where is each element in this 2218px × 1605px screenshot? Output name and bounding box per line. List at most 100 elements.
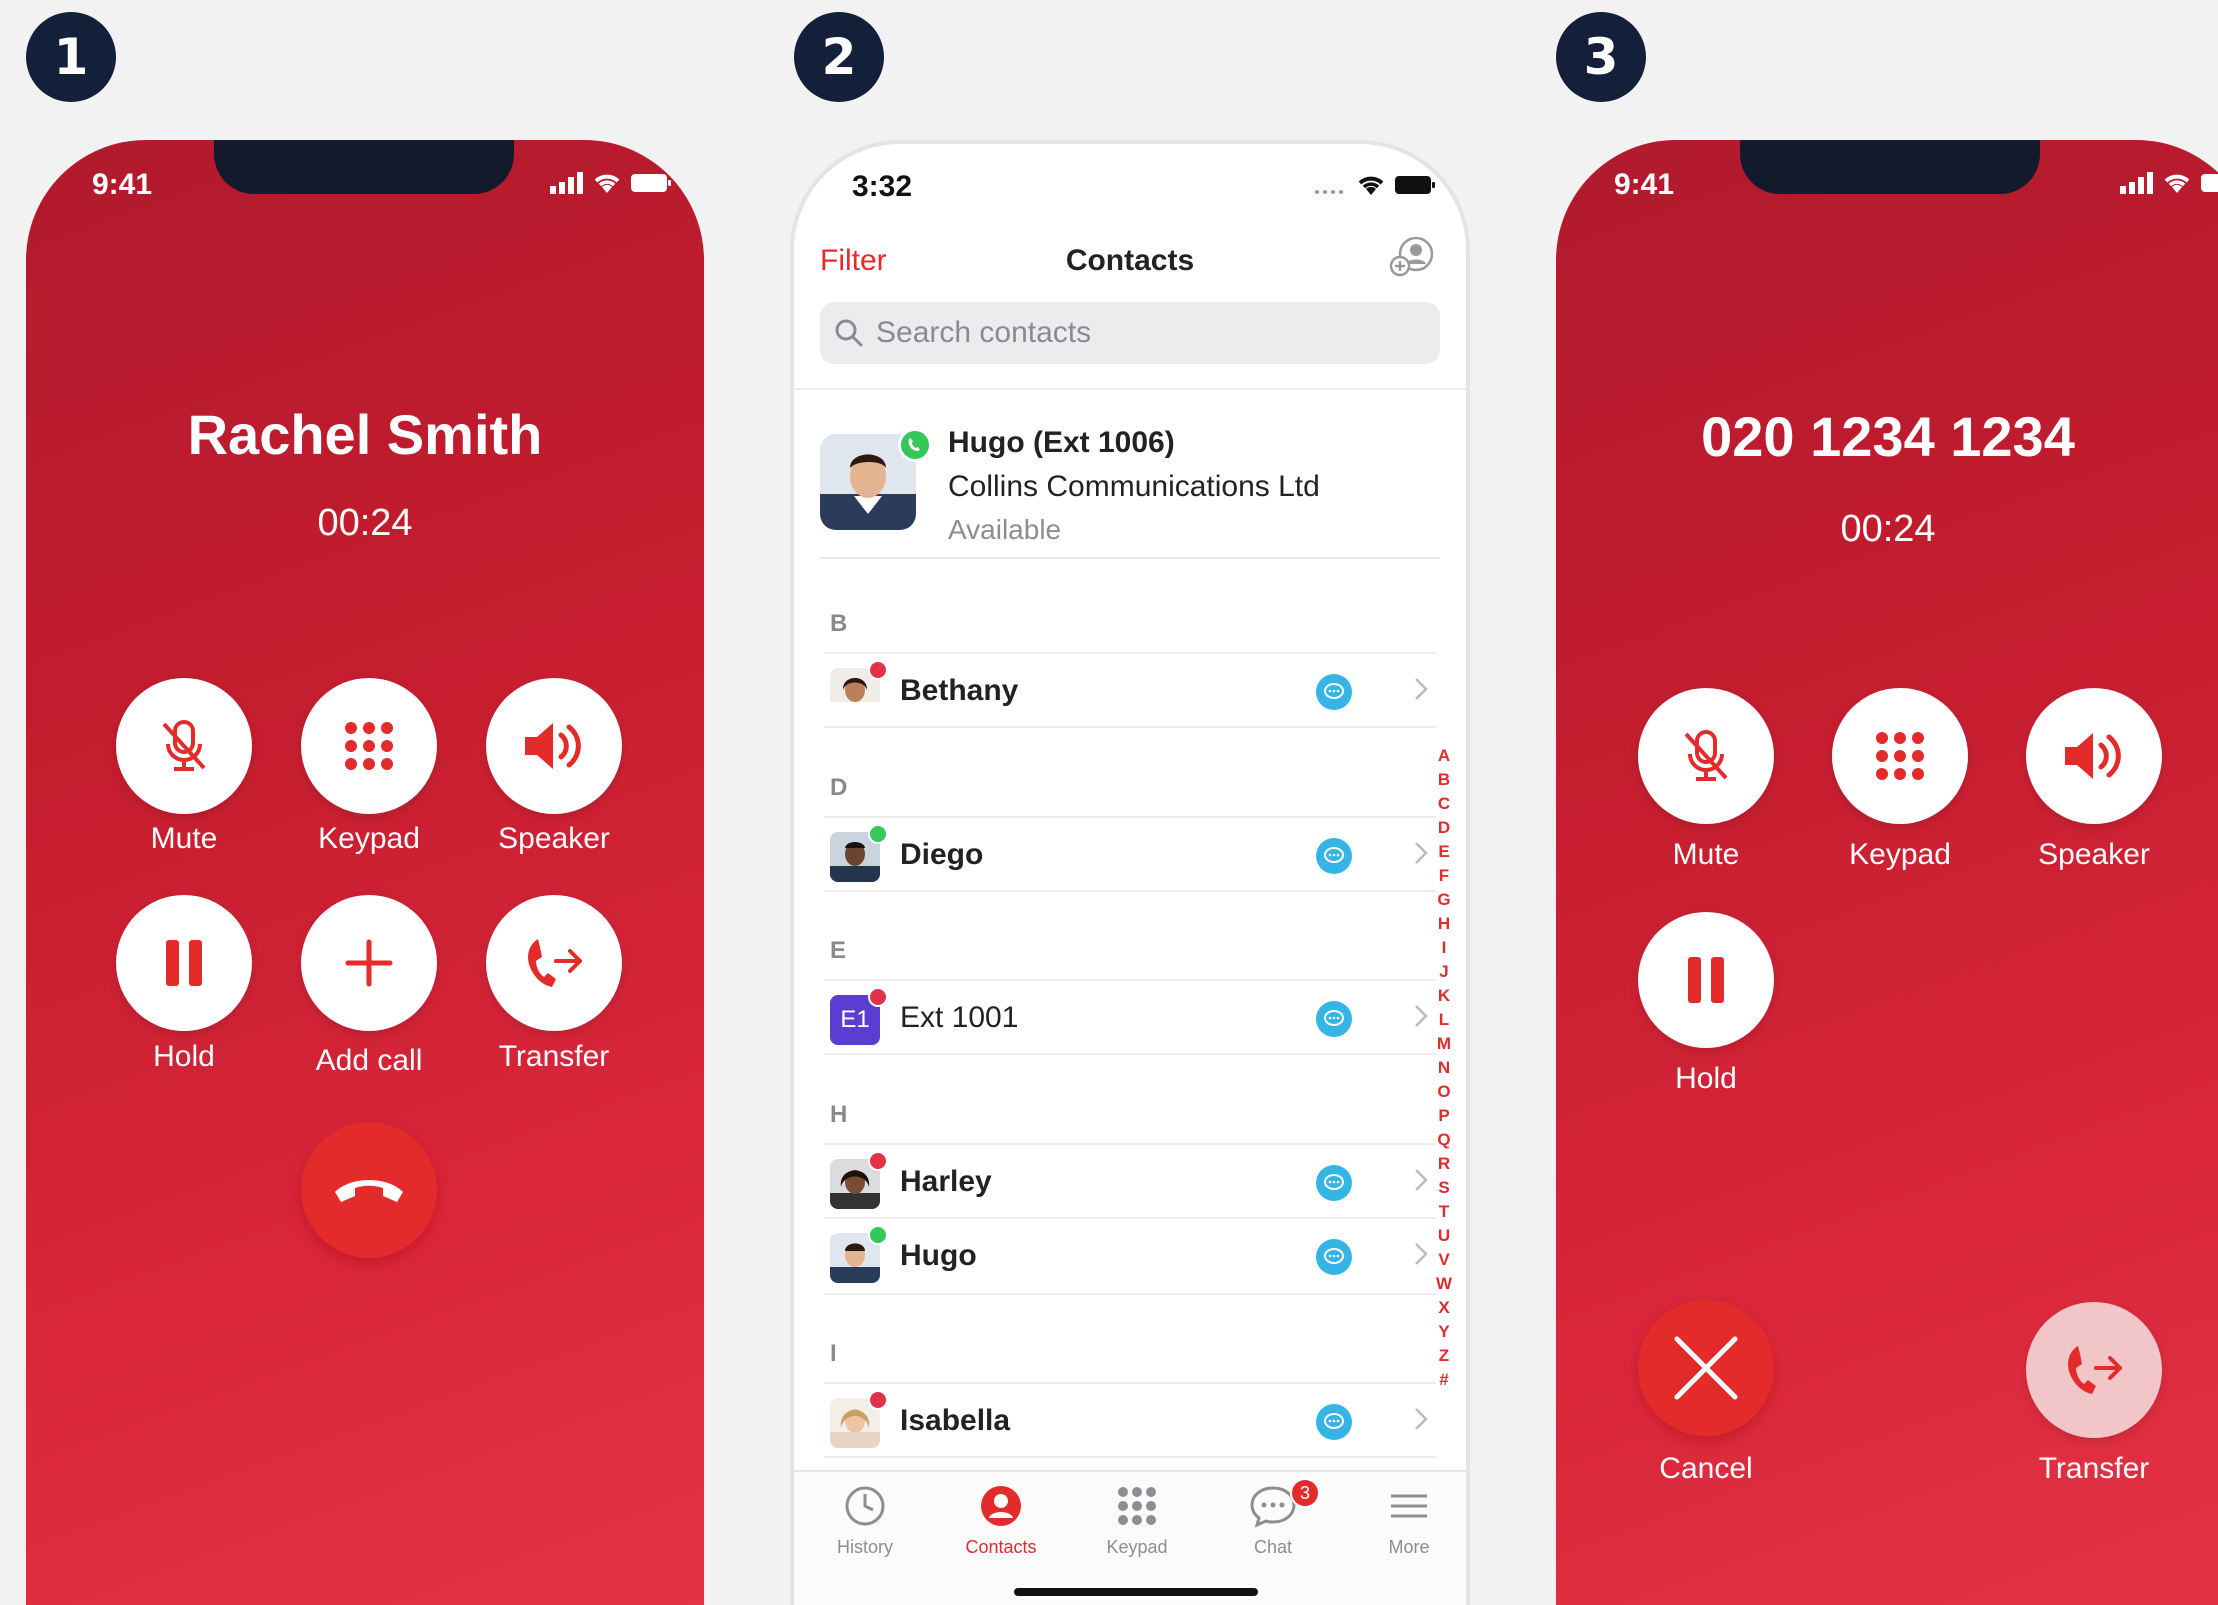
mute-button[interactable] xyxy=(116,678,252,814)
index-letter[interactable]: S xyxy=(1438,1176,1449,1200)
tab-more[interactable]: More xyxy=(1344,1484,1466,1558)
index-letter[interactable]: C xyxy=(1438,792,1450,816)
status-icons xyxy=(2120,172,2218,194)
chat-bubble-icon xyxy=(1324,683,1344,699)
chat-button[interactable] xyxy=(1316,674,1352,710)
presence-busy-icon xyxy=(868,660,888,680)
contact-row-ext-1001[interactable]: E1 Ext 1001 xyxy=(824,979,1436,1055)
index-letter[interactable]: I xyxy=(1442,936,1447,960)
person-icon xyxy=(981,1486,1021,1526)
index-letter[interactable]: M xyxy=(1437,1032,1451,1056)
chat-button[interactable] xyxy=(1316,838,1352,874)
page-title: Contacts xyxy=(1065,244,1195,277)
add-contact-button[interactable] xyxy=(1388,236,1436,285)
alphabet-index[interactable]: A B C D E F G H I J K L M N O P Q R S T … xyxy=(1432,744,1456,1392)
tab-chat[interactable]: 3 Chat xyxy=(1208,1478,1338,1558)
index-letter[interactable]: J xyxy=(1439,960,1448,984)
transfer-button[interactable] xyxy=(2026,1302,2162,1438)
chat-bubble-icon xyxy=(1324,1413,1344,1429)
index-letter[interactable]: B xyxy=(1438,768,1450,792)
keypad-button[interactable] xyxy=(1832,688,1968,824)
speaker-button[interactable] xyxy=(2026,688,2162,824)
index-letter[interactable]: Z xyxy=(1439,1344,1449,1368)
hold-button[interactable] xyxy=(1638,912,1774,1048)
call-timer: 00:24 xyxy=(317,502,413,544)
index-letter[interactable]: H xyxy=(1438,912,1450,936)
pause-icon xyxy=(166,940,202,986)
index-letter[interactable]: K xyxy=(1438,984,1450,1008)
index-letter[interactable]: U xyxy=(1438,1224,1450,1248)
chat-button[interactable] xyxy=(1316,1165,1352,1201)
wifi-icon xyxy=(1358,176,1384,195)
tab-history[interactable]: History xyxy=(800,1484,930,1558)
notch xyxy=(214,140,514,194)
index-letter[interactable]: R xyxy=(1438,1152,1450,1176)
chat-bubble-icon xyxy=(1324,1248,1344,1264)
tab-keypad[interactable]: Keypad xyxy=(1072,1484,1202,1558)
index-letter[interactable]: Q xyxy=(1437,1128,1450,1152)
add-call-button[interactable] xyxy=(301,895,437,1031)
chevron-right-icon xyxy=(1414,1003,1428,1034)
tab-bar: History Contacts Keypad 3 Chat More xyxy=(794,1470,1466,1605)
phone-screen-active-call: 9:41 Rachel Smith 00:24 Mute Keypad Spea… xyxy=(26,140,704,1605)
keypad-button[interactable] xyxy=(301,678,437,814)
index-letter[interactable]: T xyxy=(1439,1200,1449,1224)
contact-row-diego[interactable]: Diego xyxy=(824,816,1436,892)
contact-name: Harley xyxy=(900,1165,992,1198)
end-call-button[interactable] xyxy=(301,1122,437,1258)
status-icons xyxy=(1314,174,1436,196)
mute-button[interactable] xyxy=(1638,688,1774,824)
tab-label: History xyxy=(836,1537,893,1557)
chat-button[interactable] xyxy=(1316,1001,1352,1037)
phone-screen-transfer-call: 9:41 020 1234 1234 00:24 Mute Keypad Spe… xyxy=(1556,140,2218,1605)
search-placeholder: Search contacts xyxy=(876,316,1092,349)
battery-icon xyxy=(1395,176,1435,194)
keypad-icon xyxy=(1876,732,1924,780)
my-profile-card[interactable]: Hugo (Ext 1006) Collins Communications L… xyxy=(820,414,1440,559)
contact-row-harley[interactable]: Harley xyxy=(824,1143,1436,1219)
index-letter[interactable]: W xyxy=(1436,1272,1452,1296)
index-letter[interactable]: # xyxy=(1439,1368,1448,1392)
index-letter[interactable]: A xyxy=(1438,744,1450,768)
contact-row-bethany[interactable]: Bethany xyxy=(824,652,1436,728)
battery-icon xyxy=(2201,174,2218,192)
speaker-icon xyxy=(2065,733,2121,779)
wifi-icon xyxy=(594,174,620,193)
mute-label: Mute xyxy=(150,822,218,855)
hang-up-icon xyxy=(335,1180,403,1202)
transfer-button[interactable] xyxy=(486,895,622,1031)
chat-bubble-icon xyxy=(1324,1010,1344,1026)
index-letter[interactable]: N xyxy=(1438,1056,1450,1080)
contact-row-hugo[interactable]: Hugo xyxy=(824,1219,1436,1295)
phone-transfer-icon xyxy=(2068,1346,2122,1394)
index-letter[interactable]: Y xyxy=(1438,1320,1449,1344)
chat-button[interactable] xyxy=(1316,1239,1352,1275)
keypad-label: Keypad xyxy=(1849,838,1951,871)
unread-badge: 3 xyxy=(1290,1478,1320,1508)
tab-label: More xyxy=(1388,1537,1430,1557)
home-indicator xyxy=(1014,1588,1258,1596)
presence-available-icon xyxy=(868,1225,888,1245)
index-letter[interactable]: G xyxy=(1437,888,1450,912)
speaker-button[interactable] xyxy=(486,678,622,814)
tab-label: Chat xyxy=(1253,1537,1293,1557)
index-letter[interactable]: E xyxy=(1438,840,1449,864)
step-badge-2: 2 xyxy=(794,12,884,102)
status-time: 3:32 xyxy=(852,170,913,203)
index-letter[interactable]: D xyxy=(1438,816,1450,840)
battery-icon xyxy=(631,174,671,192)
contact-row-isabella[interactable]: Isabella xyxy=(824,1382,1436,1458)
index-letter[interactable]: L xyxy=(1439,1008,1449,1032)
hold-button[interactable] xyxy=(116,895,252,1031)
index-letter[interactable]: F xyxy=(1439,864,1449,888)
search-input[interactable]: Search contacts xyxy=(820,302,1440,364)
chat-button[interactable] xyxy=(1316,1404,1352,1440)
tab-contacts[interactable]: Contacts xyxy=(936,1484,1066,1558)
index-letter[interactable]: V xyxy=(1438,1248,1449,1272)
menu-icon xyxy=(1391,1494,1427,1518)
index-letter[interactable]: X xyxy=(1438,1296,1449,1320)
chevron-right-icon xyxy=(1414,1241,1428,1272)
cancel-button[interactable] xyxy=(1638,1300,1774,1436)
index-letter[interactable]: P xyxy=(1438,1104,1449,1128)
index-letter[interactable]: O xyxy=(1437,1080,1450,1104)
